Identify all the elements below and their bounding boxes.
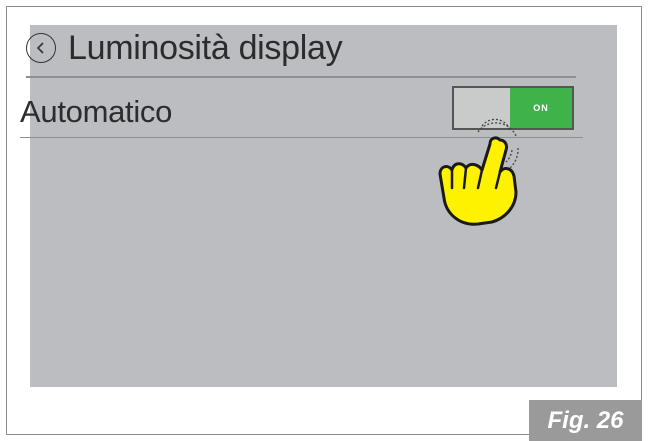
figure-label: Fig. 26	[529, 400, 642, 441]
back-button[interactable]	[26, 33, 56, 63]
setting-label: Automatico	[20, 94, 173, 129]
chevron-left-icon	[36, 42, 44, 54]
screen-header: Luminosità display	[26, 26, 576, 70]
header-divider	[26, 76, 576, 78]
page-title: Luminosità display	[68, 28, 343, 67]
pointing-hand-icon	[438, 118, 519, 226]
